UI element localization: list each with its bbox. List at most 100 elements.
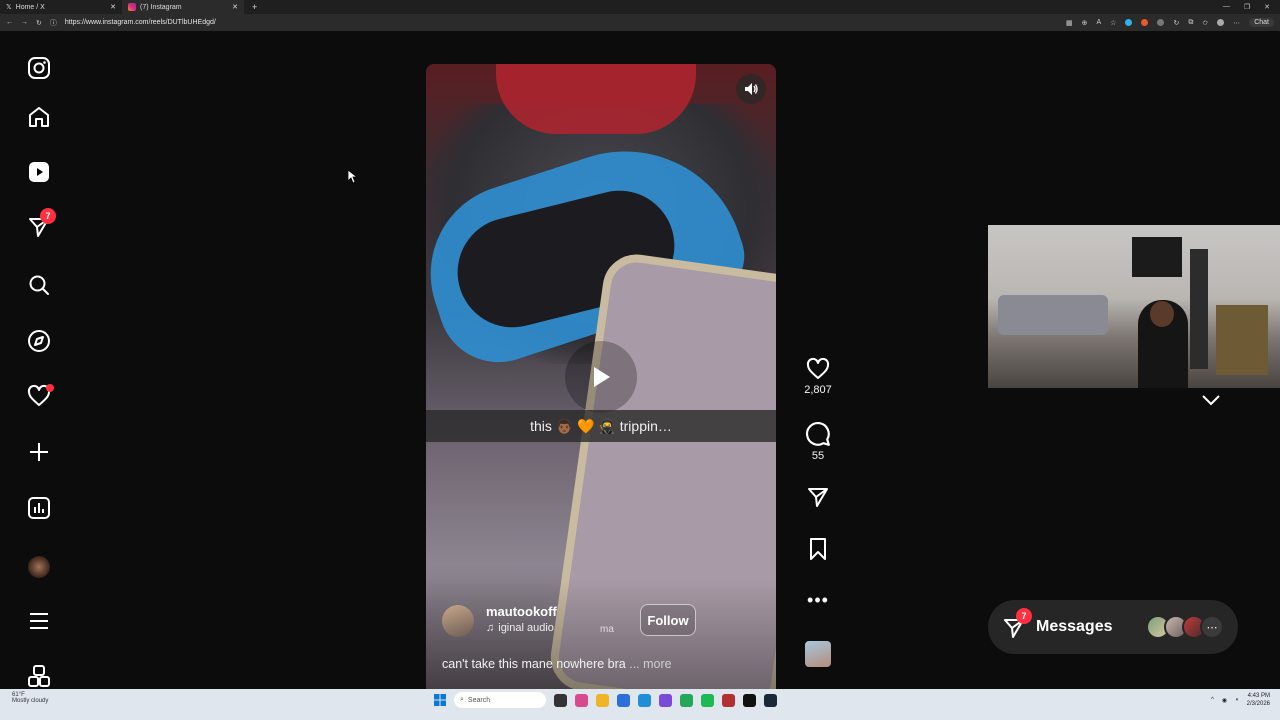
back-icon[interactable]: ← [6,19,13,26]
more-icon[interactable] [24,606,54,636]
tray-chevron-icon[interactable]: ^ [1211,697,1214,703]
notification-dot [46,384,54,392]
app-icon[interactable] [743,693,756,707]
webcam-shelf [1190,249,1208,369]
messages-pill-icon: 7 [1002,608,1032,640]
reels-icon[interactable] [24,157,54,187]
also-from-meta-icon[interactable] [24,661,54,691]
maximize-icon[interactable]: ❐ [1244,3,1250,11]
search-icon[interactable] [24,270,54,300]
extension-orange-icon[interactable] [1141,19,1149,26]
spotify-icon[interactable] [701,693,714,707]
chat-label: Chat [1254,19,1269,26]
like-count[interactable]: 2,807 [804,384,832,396]
reel-video[interactable]: this 👨🏾 🧡 🥷 trippin… mautookoff ♫ iginal… [426,64,776,689]
zoom-icon[interactable]: ⊕ [1082,19,1088,27]
taskbar-apps: ⌕ Search [434,692,777,708]
messages-pill[interactable]: 7 Messages ⋯ [988,600,1238,654]
minimize-icon[interactable]: — [1223,3,1230,11]
mute-button[interactable] [736,74,766,104]
audio-thumbnail[interactable] [805,641,831,667]
tab-instagram[interactable]: (7) Instagram ✕ [122,0,244,14]
profile-avatar-icon[interactable] [1217,19,1225,26]
instagram-favicon-icon [128,3,136,11]
site-info-icon[interactable]: ⓘ [50,18,57,28]
webcam-poster [1216,305,1268,375]
description-text: can't take this mane nowhere bra [442,657,626,671]
taskbar-search[interactable]: ⌕ Search [454,692,546,708]
messages-icon[interactable]: 7 [24,208,56,242]
browser-tab-bar: 𝕏 Home / X ✕ (7) Instagram ✕ + — ❐ ✕ [0,0,1280,14]
system-tray: ^ ◉ ◖ 4:43 PM 2/3/2026 [1211,692,1270,708]
app-icon[interactable] [680,693,693,707]
app-icon[interactable] [659,693,672,707]
edge-icon[interactable] [638,693,651,707]
author-username[interactable]: mautookoff [486,604,557,619]
url-field[interactable]: https://www.instagram.com/reels/DUTlbUHE… [65,19,216,26]
notifications-icon[interactable] [24,381,54,411]
comment-count[interactable]: 55 [812,450,824,462]
more-options-icon[interactable]: ••• [807,591,829,609]
webcam-tv [1132,237,1182,277]
author-avatar[interactable] [442,605,474,637]
collections-icon[interactable]: ⧉ [1188,19,1193,27]
forward-icon[interactable]: → [21,19,28,26]
weather-desc: Mostly cloudy [12,698,49,704]
refresh-extension-icon[interactable]: ↻ [1173,19,1179,27]
reload-icon[interactable]: ↻ [36,19,42,27]
next-reel-button[interactable] [1196,385,1226,415]
read-aloud-icon[interactable]: A [1097,19,1102,26]
close-window-icon[interactable]: ✕ [1264,3,1270,11]
tab-home-x[interactable]: 𝕏 Home / X ✕ [0,0,122,14]
address-bar: ← → ↻ ⓘ https://www.instagram.com/reels/… [0,14,1280,31]
audio-link[interactable]: ♫ iginal audio [486,622,554,634]
task-view-icon[interactable] [554,693,567,707]
taskbar-search-placeholder: Search [467,696,491,704]
extension-icon[interactable]: ▦ [1066,19,1073,27]
more-link[interactable]: ... more [629,657,671,671]
create-icon[interactable] [24,437,54,467]
dashboard-icon[interactable] [24,493,54,523]
play-button[interactable] [565,341,637,413]
close-tab-icon[interactable]: ✕ [110,3,116,11]
menu-dots-icon[interactable]: ⋯ [1233,19,1240,27]
chat-button[interactable]: Chat [1249,18,1274,27]
follow-button[interactable]: Follow [640,604,696,636]
explore-icon[interactable] [24,326,54,356]
home-icon[interactable] [24,102,54,132]
app-icon[interactable] [722,693,735,707]
webcam-overlay [988,225,1280,388]
windows-start-icon[interactable] [434,694,446,706]
new-tab-icon[interactable]: + [244,2,257,12]
favorite-star-icon[interactable]: ☆ [1110,19,1116,27]
instagram-logo-icon[interactable] [24,53,54,83]
store-icon[interactable] [617,693,630,707]
bookmark-icon[interactable] [807,537,829,561]
weather-widget[interactable]: 61°F Mostly cloudy [12,692,48,704]
extension-gray-icon[interactable] [1157,19,1165,26]
app-icon[interactable] [575,693,588,707]
instagram-page: 7 this 👨🏾 🧡 🥷 trippin… mautookoff ♫ igin… [0,31,1280,689]
file-explorer-icon[interactable] [596,693,609,707]
network-icon[interactable]: ◉ [1222,697,1227,704]
reel-description: can't take this mane nowhere bra ... mor… [442,657,672,671]
clock[interactable]: 4:43 PM 2/3/2026 [1247,692,1270,708]
favorites-icon[interactable]: ✩ [1202,19,1208,27]
extension-blue-icon[interactable] [1125,19,1133,26]
close-tab-icon[interactable]: ✕ [232,3,238,11]
share-action [802,485,834,509]
volume-tray-icon[interactable]: ◖ [1235,697,1239,703]
caption-overlay: this 👨🏾 🧡 🥷 trippin… [426,410,776,442]
steam-icon[interactable] [764,693,777,707]
clock-date: 2/3/2026 [1246,701,1270,707]
profile-icon[interactable] [24,552,54,582]
more-options-action: ••• [802,591,834,609]
messages-label: Messages [1036,618,1113,635]
heart-icon[interactable] [805,357,831,381]
comment-icon[interactable] [805,421,831,447]
search-icon: ⌕ [460,696,464,703]
sidebar: 7 [0,31,78,689]
profile-avatar [28,556,50,578]
clock-time: 4:43 PM [1247,693,1270,699]
share-icon[interactable] [806,485,830,509]
